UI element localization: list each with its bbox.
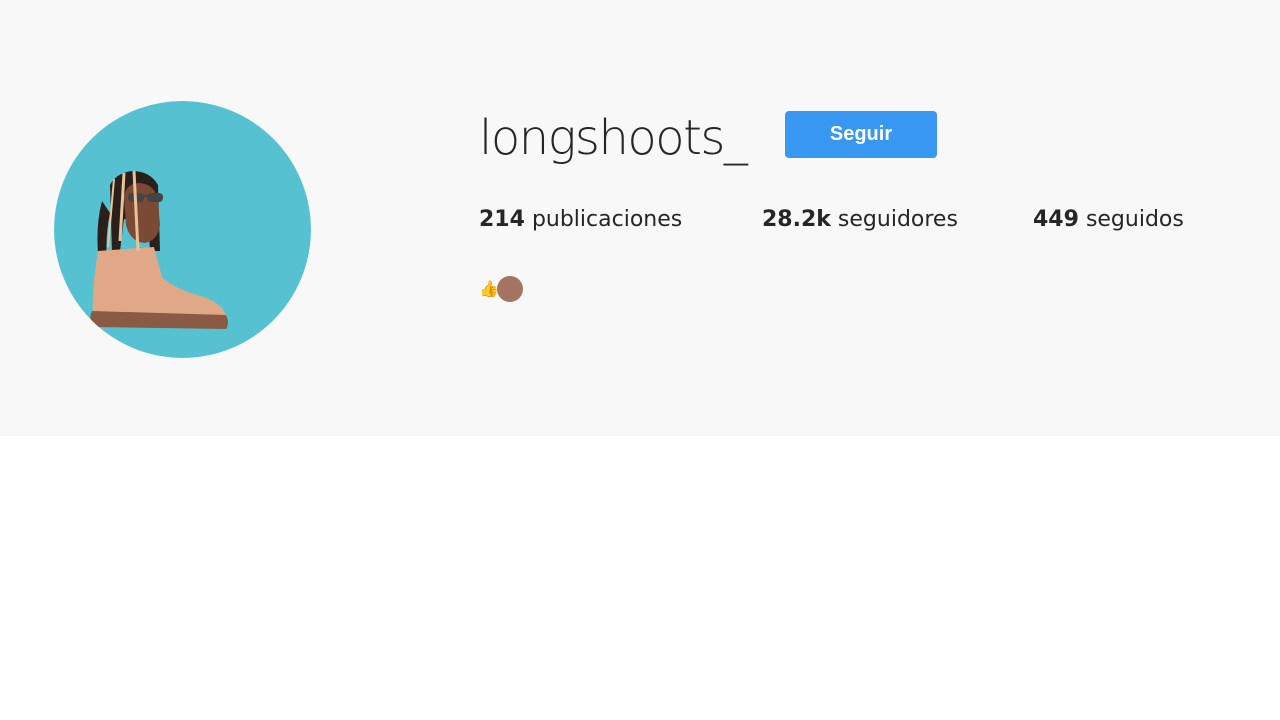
profile-username: longshoots_: [479, 110, 748, 166]
profile-avatar[interactable]: [54, 101, 311, 358]
posts-count-stat: 214 publicaciones: [479, 205, 682, 235]
thumbs-up-icon: 👍: [479, 279, 499, 298]
following-label: seguidos: [1085, 207, 1184, 232]
profile-header: longshoots_ Seguir 214 publicaciones 28.…: [0, 0, 1280, 436]
followers-count-stat[interactable]: 28.2k seguidores: [762, 205, 958, 235]
posts-label: publicaciones: [531, 207, 683, 232]
followers-label: seguidores: [837, 207, 958, 232]
follow-button[interactable]: Seguir: [785, 111, 937, 158]
profile-bio: 👍: [479, 276, 523, 302]
following-count-stat[interactable]: 449 seguidos: [1033, 205, 1184, 235]
posts-count: 214: [479, 207, 525, 232]
brown-circle-icon: [496, 276, 523, 302]
following-count: 449: [1033, 207, 1079, 232]
followers-count: 28.2k: [762, 207, 831, 232]
avatar-illustration-icon: [54, 101, 311, 358]
